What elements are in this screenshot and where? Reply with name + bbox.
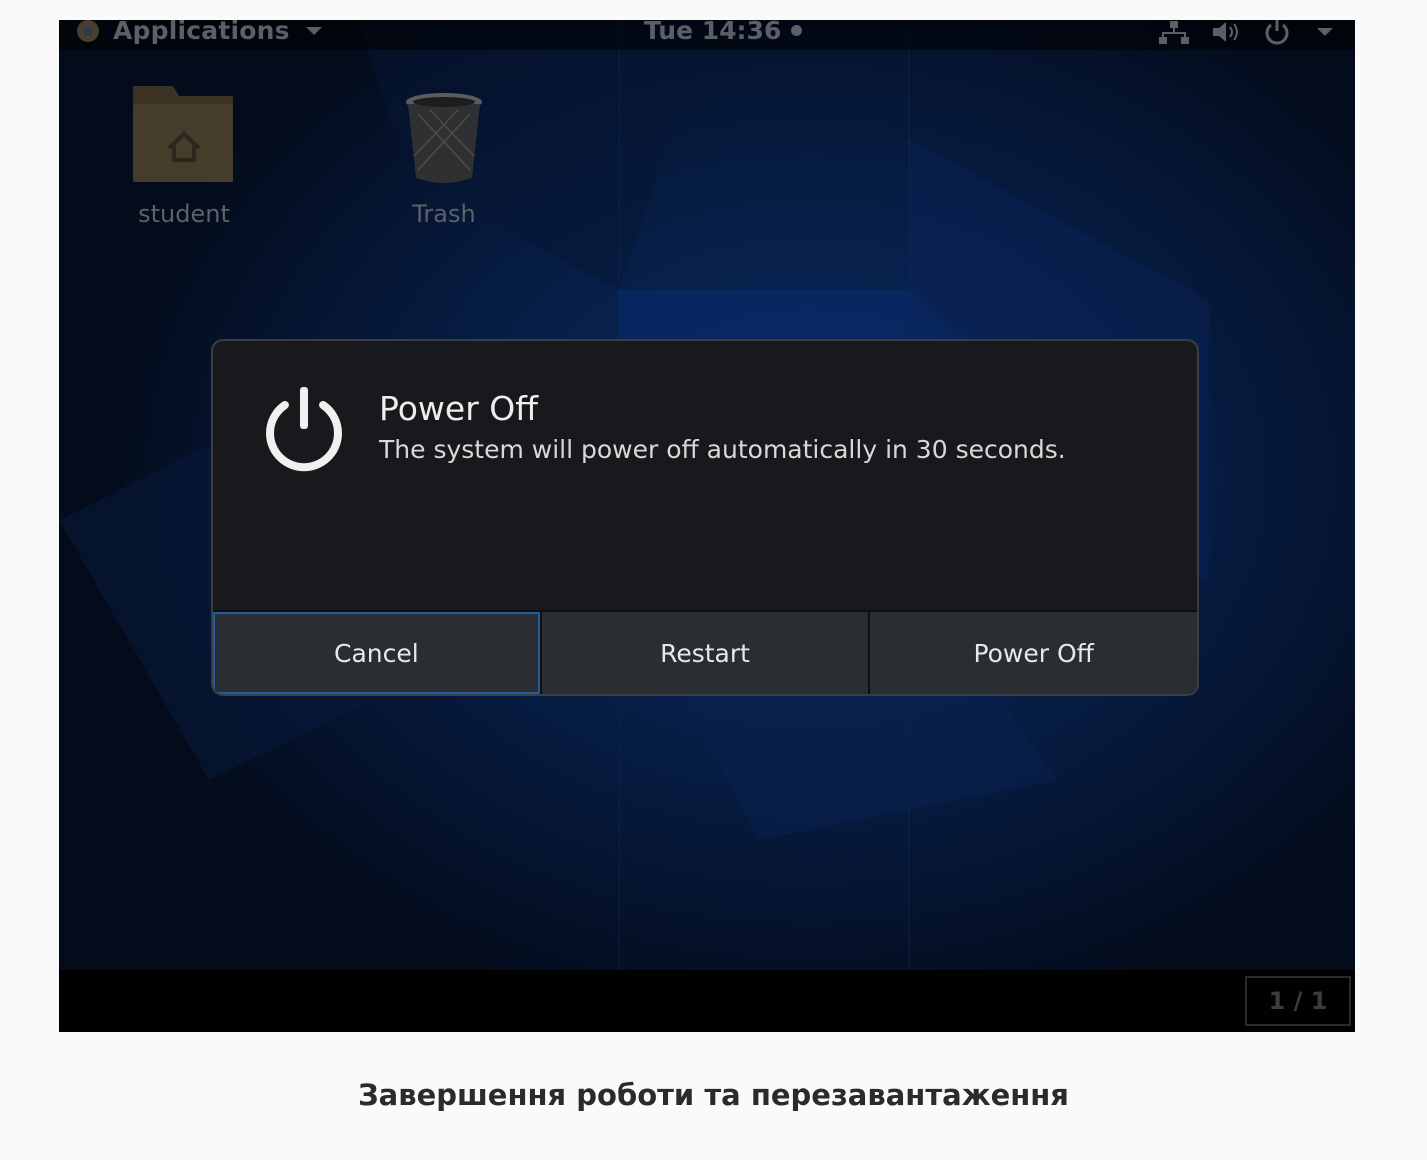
figure-caption: Завершення роботи та перезавантаження: [358, 1078, 1069, 1112]
clock-text: Tue 14:36: [644, 20, 782, 45]
system-menu-chevron-icon: [1317, 28, 1333, 36]
desktop-icon-label: Trash: [412, 200, 476, 228]
chevron-down-icon: [305, 26, 322, 35]
distro-logo-icon: [77, 20, 99, 42]
power-icon: [266, 387, 342, 472]
applications-label: Applications: [113, 20, 290, 45]
dialog-title: Power Off: [379, 389, 538, 428]
power-off-dialog: Power Off The system will power off auto…: [211, 339, 1199, 696]
clock[interactable]: Tue 14:36: [644, 20, 803, 45]
notification-dot-icon: [791, 25, 803, 36]
trash-icon: [406, 93, 482, 183]
power-menu-icon: [1265, 20, 1289, 45]
top-panel: Applications Tue 14:36: [59, 20, 1355, 50]
desktop-screen: Applications Tue 14:36 student Trash Pow…: [59, 20, 1355, 1032]
cancel-button[interactable]: Cancel: [213, 612, 542, 694]
applications-menu[interactable]: Applications: [75, 20, 322, 45]
volume-icon: [1213, 22, 1238, 42]
home-folder-icon: [133, 86, 233, 182]
dialog-button-row: Cancel Restart Power Off: [213, 610, 1197, 694]
system-tray[interactable]: [1159, 20, 1333, 46]
bottom-panel: 1 / 1: [59, 970, 1355, 1032]
desktop-icon-trash[interactable]: Trash: [359, 90, 529, 228]
desktop-icon-student[interactable]: student: [99, 82, 269, 228]
desktop-icon-label: student: [138, 200, 230, 228]
dialog-message: The system will power off automatically …: [379, 435, 1066, 464]
network-icon: [1159, 21, 1189, 44]
power-off-button[interactable]: Power Off: [870, 612, 1197, 694]
workspace-indicator[interactable]: 1 / 1: [1245, 976, 1351, 1026]
restart-button[interactable]: Restart: [541, 612, 871, 694]
